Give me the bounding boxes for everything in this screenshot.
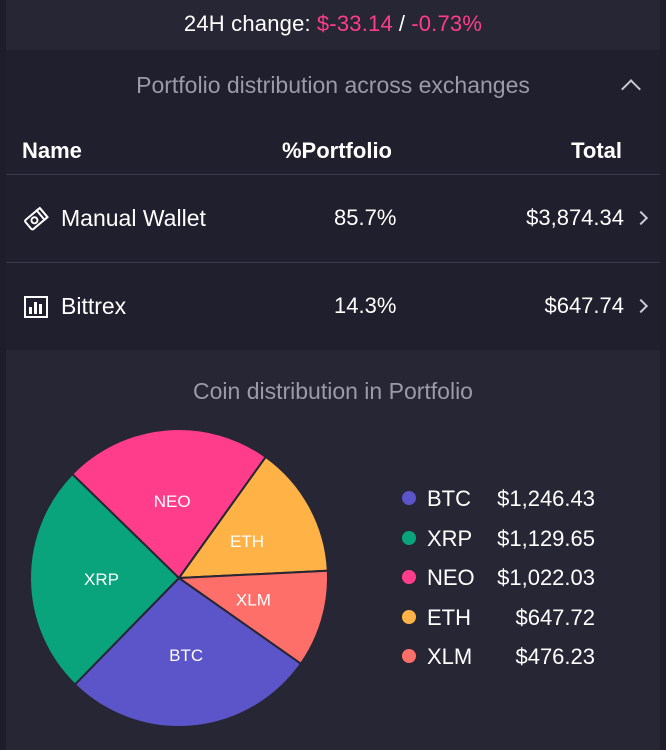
coin-pie-chart: BTC XRP NEO ETH XLM [29, 428, 329, 728]
exchange-percent: 85.7% [334, 205, 397, 230]
change-amount: $-33.14 [316, 11, 393, 36]
portfolio-panel: 24H change: $-33.14 / -0.73% Portfolio d… [6, 0, 660, 750]
exchange-name: Manual Wallet [61, 205, 206, 231]
change-label: 24H change: [183, 11, 311, 36]
change-percent: -0.73% [411, 11, 483, 36]
bar-chart-icon [24, 296, 48, 318]
column-total: Total [571, 138, 622, 163]
exchange-total: $647.74 [544, 293, 624, 318]
column-portfolio: %Portfolio [282, 138, 392, 163]
legend-dot [402, 609, 416, 624]
pie-label-btc: BTC [169, 646, 203, 665]
exchange-section-header[interactable]: Portfolio distribution across exchanges [6, 50, 660, 126]
chevron-right-icon [633, 210, 649, 226]
legend-dot [402, 530, 416, 545]
pie-label-neo: NEO [154, 492, 191, 511]
change-summary: 24H change: $-33.14 / -0.73% [6, 0, 660, 48]
pie-label-xrp: XRP [84, 570, 119, 589]
exchange-row-manual-wallet[interactable]: Manual Wallet 85.7% $3,874.34 [6, 174, 660, 262]
legend-value: $1,246.43 [497, 486, 595, 511]
legend-dot [402, 491, 416, 505]
pie-label-xlm: XLM [236, 591, 271, 610]
table-header: Name %Portfolio Total [6, 126, 660, 174]
legend-value: $647.72 [515, 604, 595, 630]
wallet-icon [24, 206, 49, 231]
chevron-right-icon [633, 298, 649, 314]
exchange-section-title: Portfolio distribution across exchanges [136, 72, 530, 98]
exchange-percent: 14.3% [334, 293, 397, 318]
exchange-name: Bittrex [61, 293, 127, 319]
legend-dot [402, 649, 416, 663]
change-separator: / [398, 11, 406, 36]
legend-value: $1,129.65 [497, 525, 595, 551]
exchange-total: $3,874.34 [526, 205, 624, 230]
legend-value: $1,022.03 [497, 565, 595, 590]
legend-value: $476.23 [515, 644, 595, 669]
coin-section-title: Coin distribution in Portfolio [193, 378, 473, 404]
pie-label-eth: ETH [230, 532, 264, 551]
legend-dot [402, 570, 416, 584]
column-name: Name [22, 138, 82, 163]
exchange-row-bittrex[interactable]: Bittrex 14.3% $647.74 [6, 262, 660, 350]
